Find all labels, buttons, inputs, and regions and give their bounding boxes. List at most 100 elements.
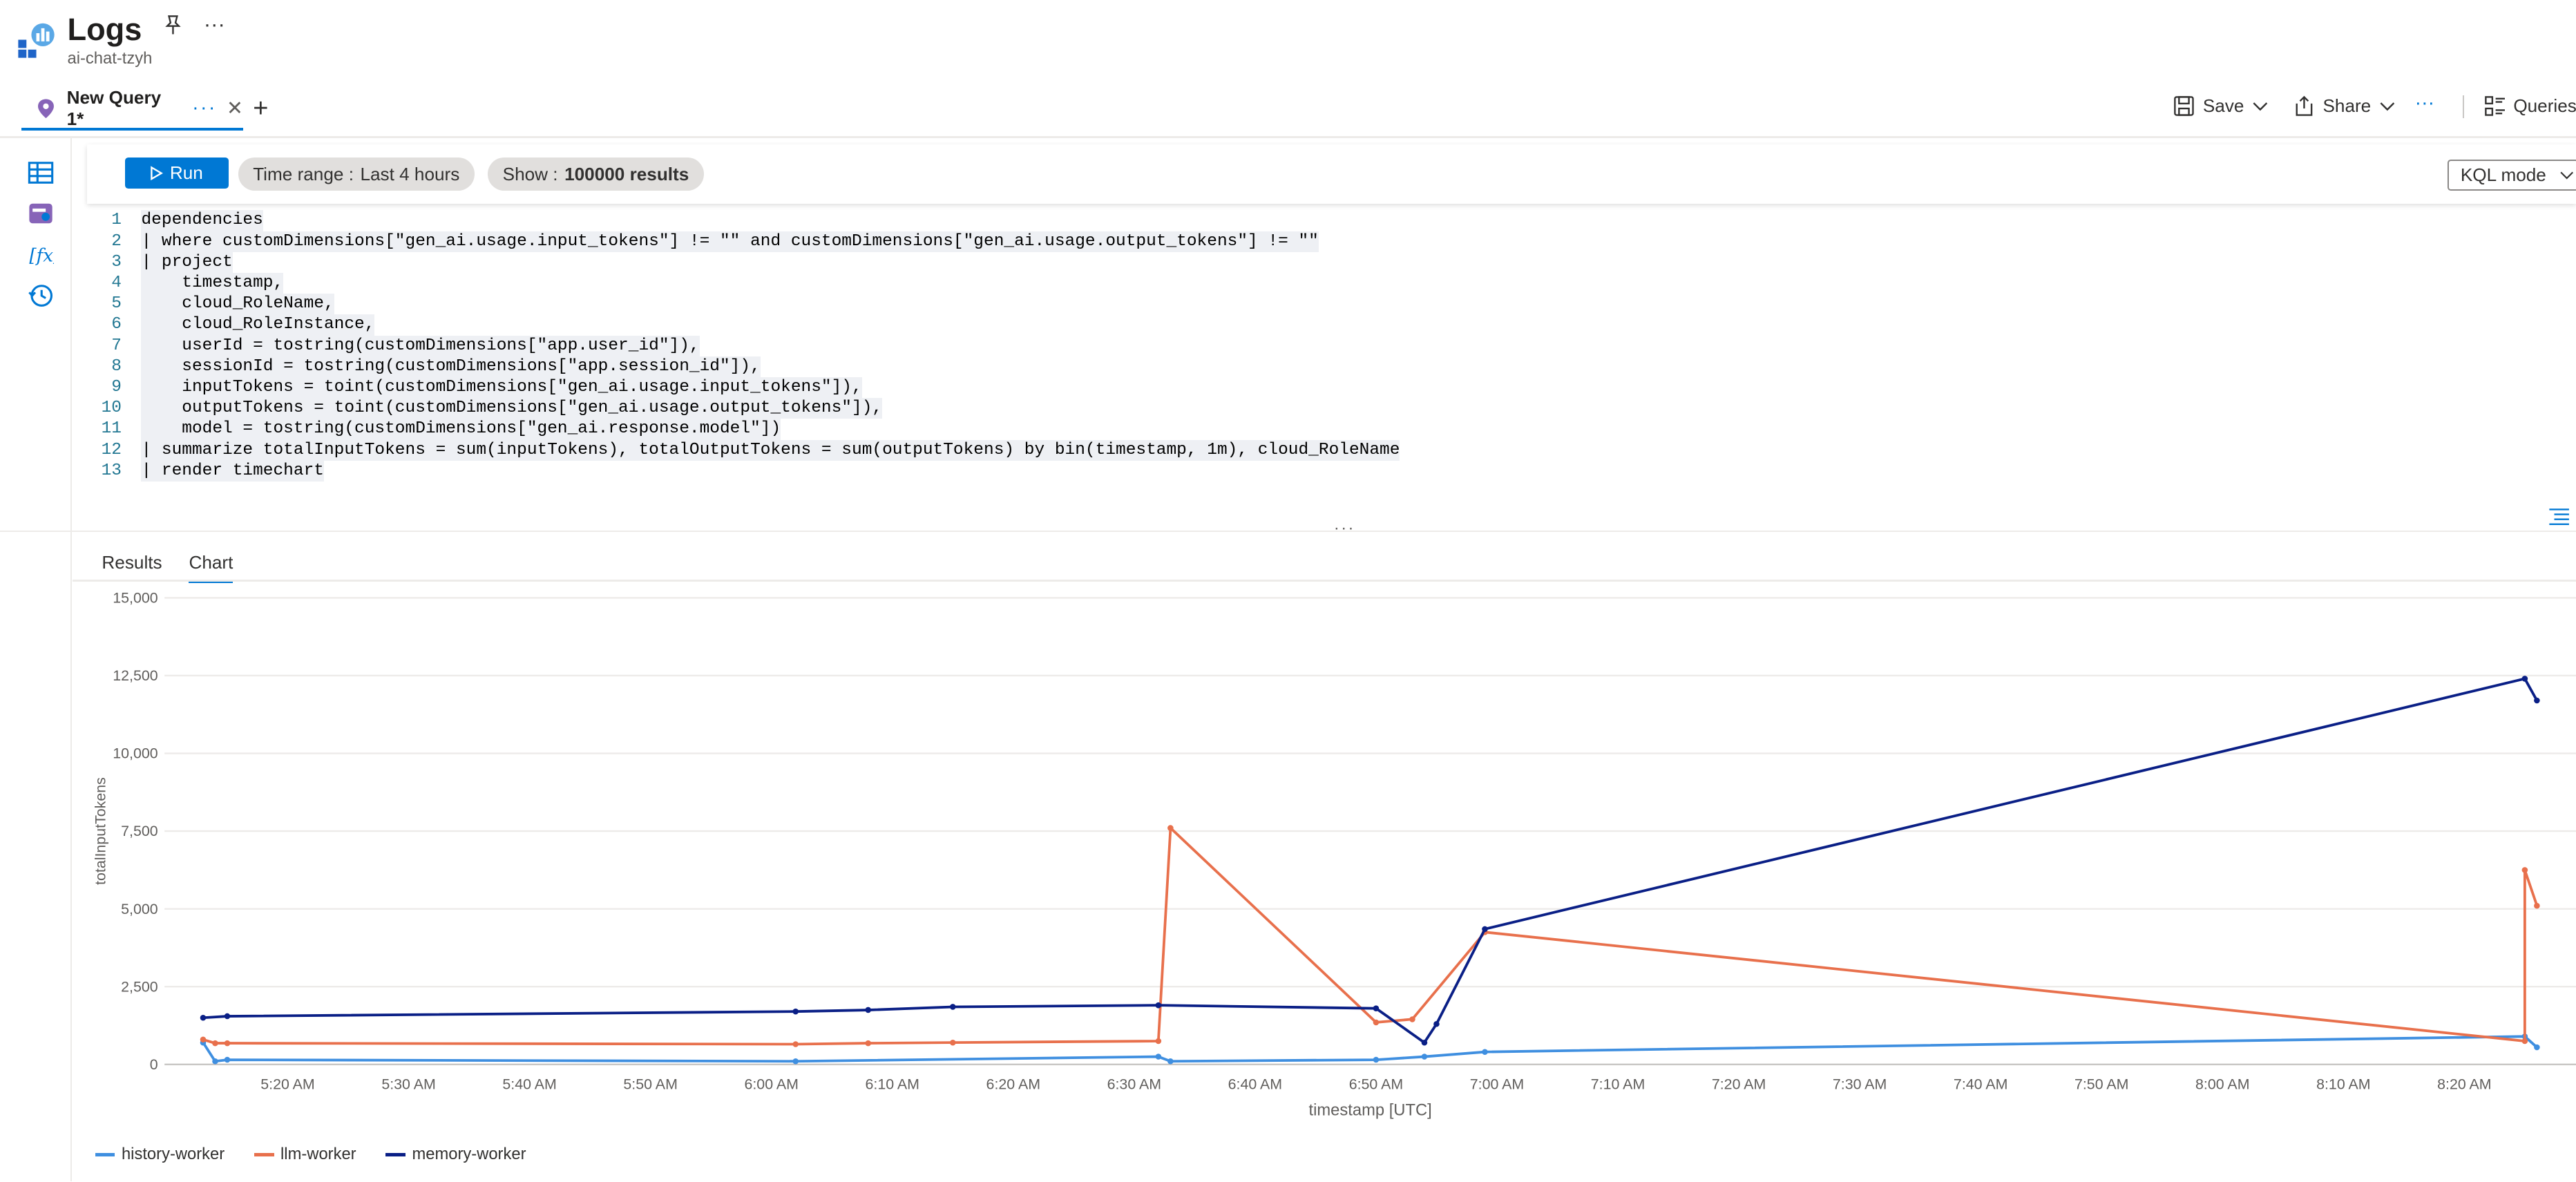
x-tick-label: 6:30 AM bbox=[1107, 1076, 1161, 1093]
series-line-memory-worker bbox=[202, 677, 2538, 1045]
code-line: | where customDimensions["gen_ai.usage.i… bbox=[141, 231, 1319, 252]
data-point-memory-worker bbox=[1155, 1002, 1161, 1009]
time-range-picker[interactable]: Time range : Last 4 hours bbox=[238, 158, 475, 191]
x-tick-label: 7:50 AM bbox=[2074, 1076, 2128, 1093]
splitter-handle-icon[interactable]: ··· bbox=[1334, 519, 1355, 538]
chart-legend: history-worker llm-worker memory-worker bbox=[95, 1145, 526, 1164]
page-title: Logs bbox=[67, 11, 142, 47]
data-point-llm-worker bbox=[2533, 903, 2540, 909]
data-point-llm-worker bbox=[200, 1036, 206, 1043]
tab-chart[interactable]: Chart bbox=[189, 552, 233, 583]
close-icon[interactable]: ✕ bbox=[227, 97, 243, 120]
more-icon[interactable]: ··· bbox=[204, 12, 225, 37]
code-line: cloud_RoleName, bbox=[141, 294, 334, 315]
data-point-history-worker bbox=[224, 1056, 230, 1063]
data-point-history-worker bbox=[1481, 1049, 1488, 1056]
time-range-label: Time range : bbox=[253, 163, 354, 184]
x-tick-label: 6:50 AM bbox=[1348, 1076, 1402, 1093]
pin-icon[interactable] bbox=[162, 15, 184, 41]
data-point-llm-worker bbox=[224, 1040, 230, 1047]
data-point-history-worker bbox=[211, 1058, 218, 1065]
x-tick-label: 6:00 AM bbox=[744, 1076, 798, 1093]
y-tick-label: 0 bbox=[149, 1056, 158, 1073]
pane-splitter[interactable] bbox=[0, 531, 2576, 533]
show-label: Show : bbox=[502, 163, 558, 184]
data-point-history-worker bbox=[792, 1058, 799, 1065]
kql-mode-select[interactable]: KQL mode bbox=[2448, 159, 2576, 191]
add-icon[interactable]: + bbox=[253, 94, 268, 124]
data-point-memory-worker bbox=[792, 1009, 799, 1015]
show-value: 100000 results bbox=[564, 163, 689, 184]
run-button[interactable]: Run bbox=[124, 158, 229, 189]
y-tick-label: 15,000 bbox=[113, 590, 158, 607]
code-line: timestamp, bbox=[141, 272, 284, 294]
share-icon bbox=[2296, 95, 2313, 116]
data-point-history-worker bbox=[1421, 1054, 1427, 1060]
legend-swatch bbox=[95, 1153, 115, 1156]
resource-name: ai-chat-tzyh bbox=[67, 49, 153, 68]
functions-icon[interactable]: [fx] bbox=[28, 242, 61, 268]
y-tick-label: 5,000 bbox=[121, 901, 158, 917]
data-point-memory-worker bbox=[200, 1015, 206, 1021]
x-tick-label: 6:20 AM bbox=[986, 1076, 1040, 1093]
legend-item[interactable]: memory-worker bbox=[385, 1145, 526, 1164]
legend-item[interactable]: llm-worker bbox=[254, 1145, 356, 1164]
legend-label: llm-worker bbox=[280, 1145, 356, 1164]
data-point-memory-worker bbox=[224, 1013, 230, 1020]
data-point-llm-worker bbox=[1155, 1038, 1161, 1045]
y-tick-label: 12,500 bbox=[113, 667, 158, 684]
share-label: Share bbox=[2322, 95, 2372, 116]
share-button[interactable]: Share bbox=[2293, 95, 2396, 117]
code-line: sessionId = tostring(customDimensions["a… bbox=[141, 356, 761, 377]
save-label: Save bbox=[2202, 95, 2244, 116]
legend-label: memory-worker bbox=[412, 1145, 526, 1164]
data-point-memory-worker bbox=[2533, 697, 2540, 704]
data-point-llm-worker bbox=[1373, 1019, 1379, 1026]
data-point-llm-worker bbox=[792, 1041, 799, 1047]
y-tick-label: 7,500 bbox=[121, 823, 158, 839]
code-line: | summarize totalInputTokens = sum(input… bbox=[141, 439, 1400, 461]
toolbar-more-button[interactable]: ··· bbox=[2415, 92, 2435, 115]
legend-label: history-worker bbox=[121, 1145, 225, 1164]
query-pin-icon bbox=[37, 99, 54, 118]
save-button[interactable]: Save bbox=[2173, 95, 2269, 117]
x-tick-label: 7:20 AM bbox=[1711, 1076, 1765, 1093]
chevron-down-icon bbox=[2253, 102, 2268, 111]
code-line: | project bbox=[141, 251, 233, 273]
toolbar-divider bbox=[2462, 95, 2464, 119]
legend-swatch bbox=[385, 1153, 406, 1156]
x-tick-label: 5:50 AM bbox=[623, 1076, 677, 1093]
history-icon[interactable] bbox=[28, 283, 54, 309]
x-tick-label: 6:40 AM bbox=[1228, 1076, 1281, 1093]
format-icon[interactable] bbox=[2548, 504, 2570, 525]
data-point-memory-worker bbox=[949, 1004, 956, 1010]
data-point-llm-worker bbox=[865, 1040, 871, 1047]
tab-new-query-1[interactable]: New Query 1* ··· ✕ bbox=[21, 87, 243, 131]
data-point-llm-worker bbox=[949, 1040, 956, 1046]
queries-pack-icon[interactable] bbox=[28, 200, 54, 227]
chevron-down-icon bbox=[2380, 102, 2395, 111]
tab-more-icon[interactable]: ··· bbox=[192, 97, 217, 120]
result-limit-picker[interactable]: Show : 100000 results bbox=[488, 158, 704, 191]
x-tick-label: 8:20 AM bbox=[2437, 1076, 2491, 1093]
tables-icon[interactable] bbox=[28, 160, 54, 186]
header-divider bbox=[0, 136, 2576, 138]
y-axis-title: totalInputTokens bbox=[92, 777, 108, 885]
x-tick-label: 8:00 AM bbox=[2195, 1076, 2249, 1093]
code-line: model = tostring(customDimensions["gen_a… bbox=[141, 419, 781, 440]
tab-results[interactable]: Results bbox=[102, 552, 162, 573]
x-tick-label: 8:10 AM bbox=[2316, 1076, 2370, 1093]
queries-icon bbox=[2484, 96, 2506, 116]
x-tick-label: 5:30 AM bbox=[381, 1076, 435, 1093]
data-point-memory-worker bbox=[1433, 1021, 1440, 1027]
data-point-llm-worker bbox=[2521, 867, 2528, 873]
play-icon bbox=[151, 166, 164, 181]
legend-swatch bbox=[254, 1153, 274, 1156]
x-tick-label: 6:10 AM bbox=[865, 1076, 919, 1093]
series-line-llm-worker bbox=[202, 825, 2538, 1046]
code-line: | render timechart bbox=[141, 460, 324, 482]
queries-button[interactable]: Queries bbox=[2484, 95, 2576, 117]
data-point-memory-worker bbox=[2521, 676, 2528, 682]
legend-item[interactable]: history-worker bbox=[95, 1145, 225, 1164]
x-tick-label: 5:40 AM bbox=[502, 1076, 556, 1093]
